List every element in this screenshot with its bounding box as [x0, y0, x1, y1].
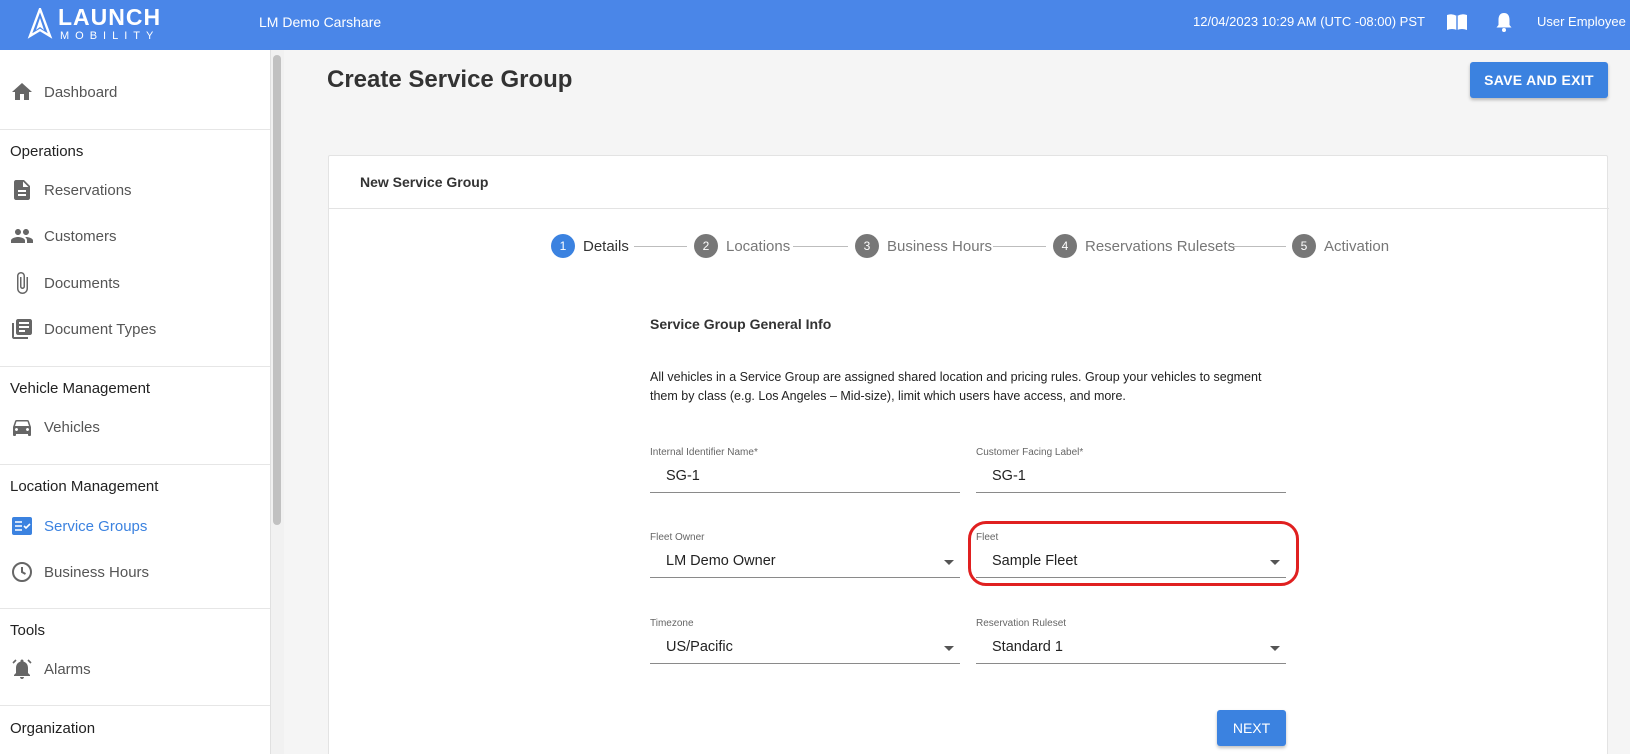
step-connector	[793, 246, 848, 247]
fleet-owner-select[interactable]: Fleet Owner LM Demo Owner	[650, 532, 960, 578]
section-vehicle-management: Vehicle Management	[10, 380, 151, 397]
sidebar-scrollbar[interactable]	[273, 55, 281, 525]
launch-mobility-logo[interactable]: LAUNCH MOBILITY	[26, 4, 176, 44]
save-and-exit-button[interactable]: SAVE AND EXIT	[1470, 62, 1608, 98]
sidebar-item-label: Vehicles	[44, 418, 100, 436]
reservation-ruleset-select[interactable]: Reservation Ruleset Standard 1	[976, 618, 1286, 664]
logo-word: LAUNCH	[58, 4, 162, 30]
step-connector	[1232, 246, 1286, 247]
step-label: Business Hours	[887, 237, 993, 255]
car-icon	[13, 420, 31, 436]
sidebar-divider	[0, 705, 270, 706]
sidebar-item-label: Customers	[44, 227, 117, 245]
checklist-icon	[12, 517, 32, 535]
step-connector	[634, 246, 687, 247]
sidebar-item-alarms[interactable]: Alarms	[0, 651, 270, 687]
sidebar-divider	[0, 464, 270, 465]
sidebar-item-label: Reservations	[44, 181, 132, 199]
field-value: LM Demo Owner	[666, 553, 776, 569]
top-bar: LAUNCH MOBILITY LM Demo Carshare 12/04/2…	[0, 0, 1630, 50]
step-number: 4	[1053, 234, 1077, 258]
page-title: Create Service Group	[327, 66, 573, 93]
next-button[interactable]: NEXT	[1217, 710, 1286, 746]
app-name: LM Demo Carshare	[259, 14, 382, 30]
sidebar-item-service-groups[interactable]: Service Groups	[0, 508, 270, 544]
dropdown-arrow-icon	[944, 560, 954, 565]
sidebar-item-vehicles[interactable]: Vehicles	[0, 409, 270, 445]
bell-icon[interactable]	[1495, 11, 1513, 33]
sidebar-item-business-hours[interactable]: Business Hours	[0, 554, 270, 590]
step-activation[interactable]: 5 Activation	[1292, 234, 1389, 258]
user-menu[interactable]: User Employee	[1537, 14, 1626, 29]
current-datetime: 12/04/2023 10:29 AM (UTC -08:00) PST	[1193, 14, 1425, 29]
step-number: 2	[694, 234, 718, 258]
field-label: Fleet	[976, 532, 999, 543]
step-label: Activation	[1324, 237, 1390, 255]
step-label: Reservations Rulesets	[1085, 237, 1236, 255]
new-service-group-card: New Service Group 1 Details 2 Locations …	[328, 155, 1609, 754]
dropdown-arrow-icon	[1270, 646, 1280, 651]
sidebar-item-reservations[interactable]: Reservations	[0, 172, 270, 208]
rocket-logo-icon	[27, 8, 53, 39]
sidebar-item-label: Alarms	[44, 660, 91, 678]
field-label: Customer Facing Label*	[976, 447, 1084, 458]
sidebar-item-label: Service Groups	[44, 517, 148, 535]
step-number: 1	[551, 234, 575, 258]
sidebar-item-document-types[interactable]: Document Types	[0, 311, 270, 347]
field-value: SG-1	[666, 468, 700, 484]
step-label: Locations	[726, 237, 791, 255]
sidebar-divider	[0, 608, 270, 609]
book-icon[interactable]	[1446, 12, 1468, 32]
clock-icon	[12, 562, 32, 582]
people-icon	[11, 229, 33, 243]
sidebar-item-label: Dashboard	[44, 83, 118, 101]
sidebar-divider	[0, 129, 270, 130]
section-description: All vehicles in a Service Group are assi…	[650, 370, 1262, 403]
section-tools: Tools	[10, 622, 46, 639]
home-icon	[12, 83, 32, 100]
section-operations: Operations	[10, 143, 84, 160]
dropdown-arrow-icon	[1270, 560, 1280, 565]
sidebar-item-label: Business Hours	[44, 563, 150, 581]
field-value: US/Pacific	[666, 639, 733, 655]
section-location-management: Location Management	[10, 478, 159, 495]
step-business-hours[interactable]: 3 Business Hours	[855, 234, 992, 258]
step-reservations-rulesets[interactable]: 4 Reservations Rulesets	[1053, 234, 1235, 258]
paperclip-icon	[17, 272, 28, 294]
section-title: Service Group General Info	[650, 316, 832, 332]
sidebar-item-customers[interactable]: Customers	[0, 218, 270, 254]
field-label: Internal Identifier Name*	[650, 447, 758, 458]
step-locations[interactable]: 2 Locations	[694, 234, 790, 258]
fleet-select[interactable]: Fleet Sample Fleet	[976, 532, 1286, 578]
library-books-icon	[12, 319, 32, 339]
field-value: SG-1	[992, 468, 1026, 484]
sidebar-item-documents[interactable]: Documents	[0, 265, 270, 301]
field-label: Timezone	[650, 618, 694, 629]
customer-facing-label-field[interactable]: Customer Facing Label* SG-1	[976, 447, 1286, 493]
sidebar-item-label: Documents	[44, 274, 120, 292]
field-value: Standard 1	[992, 639, 1063, 655]
card-header: New Service Group	[329, 156, 1609, 209]
section-organization: Organization	[10, 720, 96, 737]
card-title: New Service Group	[360, 174, 489, 190]
document-icon	[14, 180, 30, 200]
field-label: Fleet Owner	[650, 532, 705, 543]
logo-subword: MOBILITY	[60, 30, 160, 42]
step-connector	[993, 246, 1046, 247]
step-label: Details	[583, 237, 629, 255]
dropdown-arrow-icon	[944, 646, 954, 651]
sidebar-item-dashboard[interactable]: Dashboard	[0, 74, 270, 110]
sidebar-divider	[0, 366, 270, 367]
alarm-bell-icon	[12, 659, 32, 679]
field-label: Reservation Ruleset	[976, 618, 1067, 629]
internal-identifier-name-field[interactable]: Internal Identifier Name* SG-1	[650, 447, 960, 493]
field-value: Sample Fleet	[992, 553, 1078, 569]
step-details[interactable]: 1 Details	[551, 234, 629, 258]
step-number: 5	[1292, 234, 1316, 258]
timezone-select[interactable]: Timezone US/Pacific	[650, 618, 960, 664]
sidebar-item-label: Document Types	[44, 320, 157, 338]
step-number: 3	[855, 234, 879, 258]
